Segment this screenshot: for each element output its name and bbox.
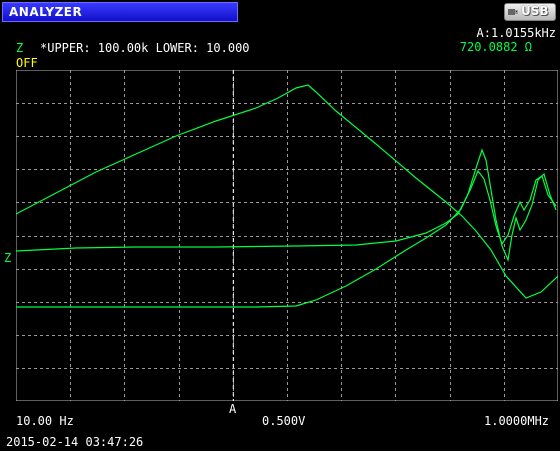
usb-label: USB [521, 4, 549, 18]
x-axis-end: 1.0000MHz [484, 414, 550, 428]
cursor-a-marker[interactable]: A [229, 402, 236, 416]
limits-text: *UPPER: 100.00k LOWER: 10.000 [40, 41, 250, 55]
cursor-frequency: A:1.0155kHz [476, 26, 556, 40]
x-axis-start: 10.00 Hz [16, 414, 74, 428]
timestamp: 2015-02-14 03:47:26 [6, 435, 144, 449]
cursor-value: 720.0882 Ω [459, 40, 532, 54]
mode-tab[interactable]: ANALYZER [2, 2, 238, 22]
mode-title: ANALYZER [9, 5, 83, 19]
y-axis-marker: Z [4, 251, 12, 265]
plot-area[interactable] [16, 70, 558, 401]
usb-indicator: USB [504, 3, 556, 21]
usb-drive-icon [508, 9, 518, 15]
judgement-status: OFF [16, 56, 38, 70]
channel-label: Z [16, 41, 24, 55]
title-bar: ANALYZER USB [0, 0, 560, 24]
signal-level: 0.500V [262, 414, 306, 428]
